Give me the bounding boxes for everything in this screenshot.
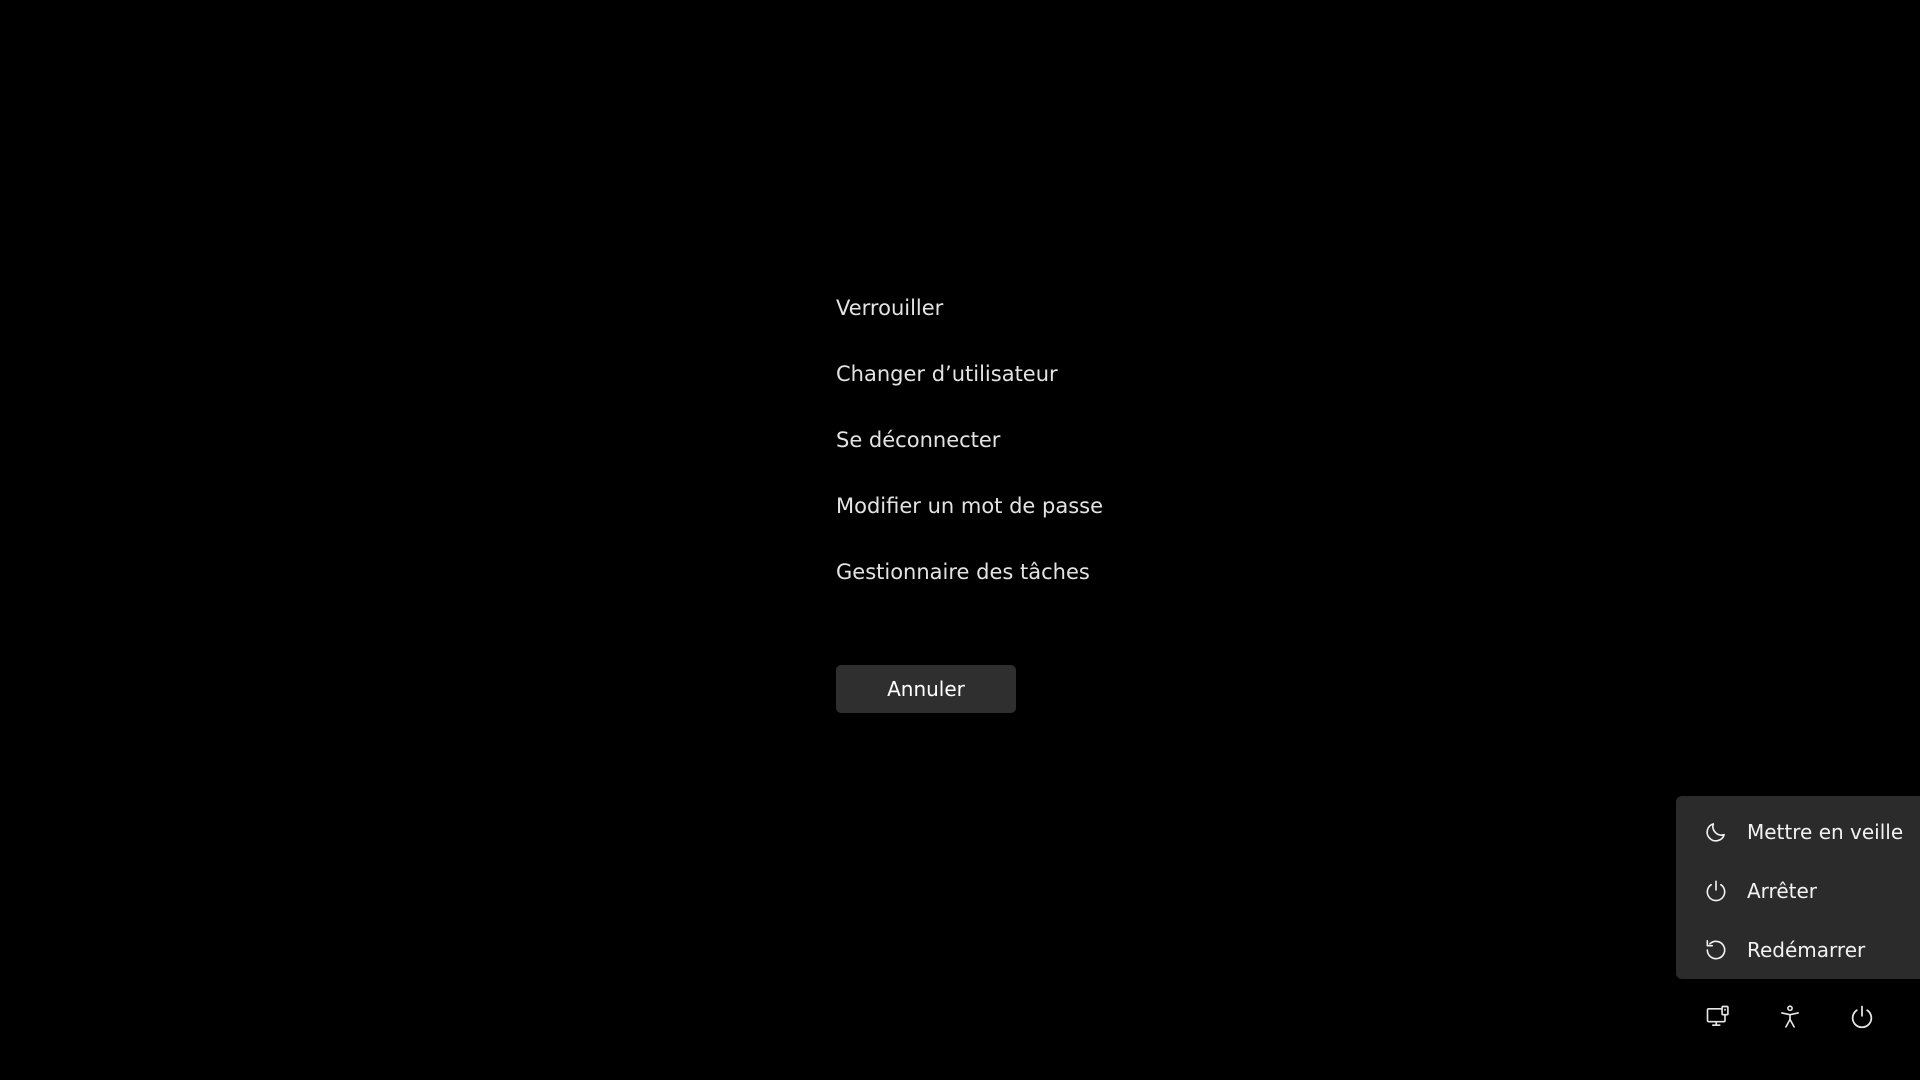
network-button[interactable]: [1698, 997, 1738, 1037]
security-options-list: Verrouiller Changer d’utilisateur Se déc…: [836, 290, 1103, 620]
power-icon: [1848, 1003, 1876, 1031]
menu-item-label: Redémarrer: [1747, 937, 1866, 962]
accessibility-button[interactable]: [1770, 997, 1810, 1037]
power-menu: Mettre en veille Arrêter Redémarrer: [1676, 796, 1920, 979]
menu-item-sleep[interactable]: Mettre en veille: [1676, 802, 1920, 861]
network-icon: [1704, 1003, 1732, 1031]
ctrl-alt-del-screen: Verrouiller Changer d’utilisateur Se déc…: [0, 0, 1920, 1080]
option-lock[interactable]: Verrouiller: [836, 290, 1103, 356]
menu-item-label: Mettre en veille: [1747, 819, 1904, 844]
menu-item-label: Arrêter: [1747, 878, 1818, 903]
menu-item-restart[interactable]: Redémarrer: [1676, 920, 1920, 979]
bottom-right-tray: [1676, 997, 1920, 1037]
option-task-manager[interactable]: Gestionnaire des tâches: [836, 554, 1103, 620]
option-sign-out[interactable]: Se déconnecter: [836, 422, 1103, 488]
menu-item-shutdown[interactable]: Arrêter: [1676, 861, 1920, 920]
power-button[interactable]: [1842, 997, 1882, 1037]
cancel-button[interactable]: Annuler: [836, 665, 1016, 713]
power-icon: [1703, 878, 1729, 904]
restart-icon: [1703, 937, 1729, 963]
option-change-password[interactable]: Modifier un mot de passe: [836, 488, 1103, 554]
option-switch-user[interactable]: Changer d’utilisateur: [836, 356, 1103, 422]
accessibility-icon: [1776, 1003, 1804, 1031]
moon-icon: [1703, 819, 1729, 845]
